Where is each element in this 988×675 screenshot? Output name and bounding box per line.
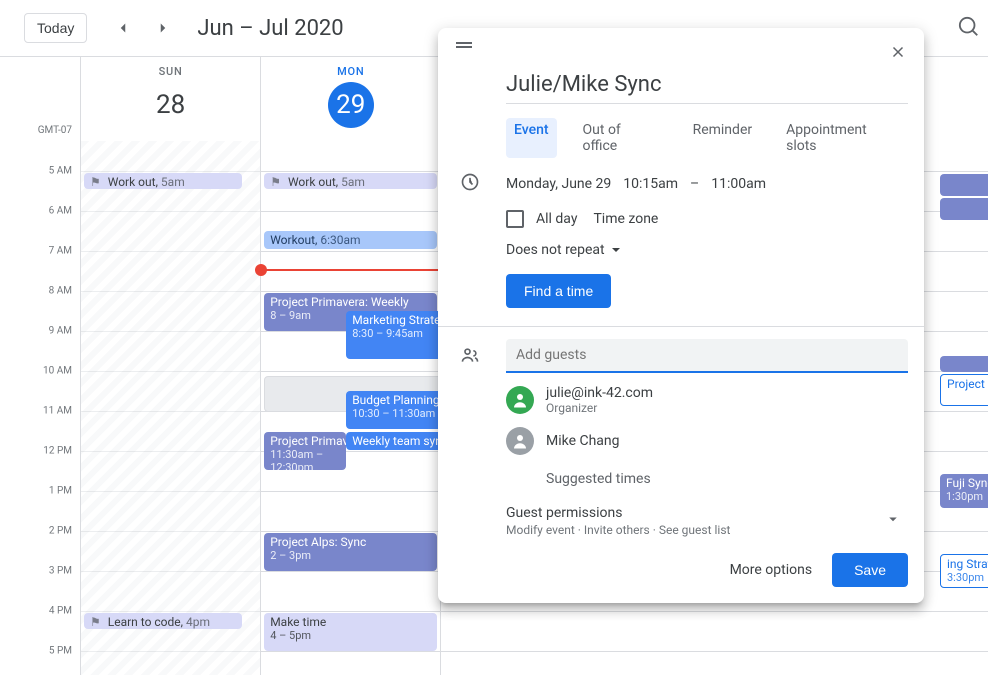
event-type-tabs: Event Out of office Reminder Appointment…	[506, 118, 908, 158]
hour-label: 7 AM	[49, 246, 72, 257]
event-start-time[interactable]: 10:15am	[623, 176, 678, 192]
timezone-label: GMT-07	[38, 125, 72, 136]
chevron-down-icon	[611, 245, 621, 255]
guest-permissions-sub: Modify event · Invite others · See guest…	[506, 523, 730, 537]
day-number[interactable]: 29	[328, 82, 374, 128]
event-title-input[interactable]	[506, 70, 908, 104]
event-fuji[interactable]: Fuji Sync1:30pm	[940, 474, 988, 508]
avatar	[506, 427, 534, 455]
event-workout[interactable]: Work out, 5am	[84, 173, 242, 189]
hour-label: 6 AM	[49, 206, 72, 217]
event-weekly-team[interactable]: Weekly team sync	[346, 432, 450, 450]
next-button[interactable]	[147, 12, 179, 44]
event-learn-to-code[interactable]: Learn to code, 4pm	[84, 613, 242, 629]
clock-icon	[460, 172, 480, 196]
time-gutter: 5 AM 6 AM 7 AM 8 AM 9 AM 10 AM 11 AM 12 …	[0, 141, 80, 675]
event-alps[interactable]: Project Alps: Sync 2 – 3pm	[264, 533, 437, 571]
event-cutoff[interactable]	[940, 356, 988, 372]
repeat-dropdown[interactable]: Does not repeat	[506, 242, 908, 258]
hour-label: 2 PM	[49, 526, 72, 537]
event-cutoff[interactable]	[940, 198, 988, 220]
create-event-modal: Event Out of office Reminder Appointment…	[438, 28, 924, 603]
guest-row-organizer[interactable]: julie@ink-42.com Organizer	[506, 385, 908, 415]
day-name: SUN	[81, 65, 260, 78]
now-indicator	[261, 269, 440, 271]
prev-button[interactable]	[107, 12, 139, 44]
hour-label: 11 AM	[43, 406, 72, 417]
guest-name-label: Mike Chang	[546, 433, 620, 449]
day-number[interactable]: 28	[148, 82, 194, 128]
event-project[interactable]: Project	[940, 374, 988, 406]
hour-label: 1 PM	[49, 486, 72, 497]
people-icon	[460, 345, 480, 369]
day-column-mon[interactable]: Work out, 5am Workout, 6:30am Project Pr…	[260, 141, 440, 675]
date-range: Jun – Jul 2020	[197, 16, 343, 41]
event-end-time[interactable]: 11:00am	[711, 176, 766, 192]
hour-label: 4 PM	[49, 606, 72, 617]
time-zone-link[interactable]: Time zone	[593, 211, 658, 227]
all-day-checkbox[interactable]	[506, 210, 524, 228]
event-strategy[interactable]: ing Strategy3:30pm	[940, 554, 988, 588]
day-header-sun[interactable]: SUN 28	[80, 57, 260, 141]
right-overflow: Project Fuji Sync1:30pm ing Strategy3:30…	[940, 140, 988, 674]
event-workout2[interactable]: Workout, 6:30am	[264, 231, 437, 249]
time-dash: –	[690, 176, 699, 192]
event-date[interactable]: Monday, June 29	[506, 176, 611, 192]
guest-role: Organizer	[546, 401, 653, 415]
search-icon[interactable]	[958, 16, 980, 42]
all-day-label: All day	[536, 211, 577, 227]
day-name: MON	[261, 65, 440, 78]
hour-label: 5 PM	[49, 646, 72, 657]
hour-label: 10 AM	[43, 366, 72, 377]
hour-label: 3 PM	[49, 566, 72, 577]
hour-label: 9 AM	[49, 326, 72, 337]
event-maketime[interactable]: Make time 4 – 5pm	[264, 613, 437, 651]
find-a-time-button[interactable]: Find a time	[506, 274, 611, 308]
save-button[interactable]: Save	[832, 553, 908, 587]
expand-permissions-button[interactable]	[884, 510, 902, 532]
guest-permissions-title: Guest permissions	[506, 505, 730, 521]
more-options-link[interactable]: More options	[730, 562, 813, 578]
event-budget[interactable]: Budget Planning 10:30 – 11:30am	[346, 391, 450, 429]
avatar	[506, 386, 534, 414]
tab-out-of-office[interactable]: Out of office	[575, 118, 667, 158]
hour-label: 8 AM	[49, 286, 72, 297]
day-column-sun[interactable]: Work out, 5am Learn to code, 4pm	[80, 141, 260, 675]
close-button[interactable]	[884, 38, 912, 66]
drag-handle-icon[interactable]	[454, 38, 474, 66]
today-button[interactable]: Today	[24, 13, 87, 43]
event-primavera2[interactable]: Project Primavera 11:30am – 12:30pm	[264, 432, 346, 470]
hour-label: 12 PM	[43, 446, 72, 457]
tab-reminder[interactable]: Reminder	[685, 118, 761, 158]
event-workout[interactable]: Work out, 5am	[264, 173, 437, 189]
hour-label: 5 AM	[49, 166, 72, 177]
day-header-mon[interactable]: MON 29	[260, 57, 440, 141]
event-marketing[interactable]: Marketing Strategy 8:30 – 9:45am	[346, 311, 450, 359]
event-cutoff[interactable]	[940, 174, 988, 196]
guest-email: julie@ink-42.com	[546, 385, 653, 401]
guest-row-mike[interactable]: Mike Chang	[506, 427, 908, 455]
tab-appointment-slots[interactable]: Appointment slots	[778, 118, 908, 158]
busy-overlay	[81, 141, 260, 675]
tab-event[interactable]: Event	[506, 118, 557, 158]
add-guests-input[interactable]	[506, 339, 908, 373]
suggested-times-link[interactable]: Suggested times	[546, 471, 908, 487]
